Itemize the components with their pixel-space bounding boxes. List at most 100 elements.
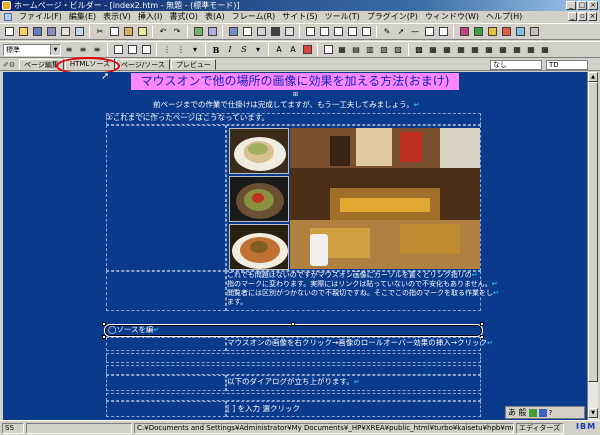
- cell-props-icon[interactable]: ▨: [392, 44, 404, 56]
- edit-mode-icon[interactable]: ✐⚙: [3, 60, 19, 70]
- layout-frame4-icon[interactable]: [346, 26, 358, 38]
- insert-column-icon[interactable]: ▤: [350, 44, 362, 56]
- list-style-icon[interactable]: ▾: [189, 44, 201, 56]
- document-icon[interactable]: [4, 13, 12, 21]
- cursor-icon[interactable]: ➚: [395, 26, 407, 38]
- list-icon[interactable]: [140, 44, 152, 56]
- strike-button[interactable]: S: [238, 44, 250, 56]
- insert-button-icon[interactable]: [283, 26, 295, 38]
- ime-tool-icon[interactable]: [538, 408, 547, 417]
- align-center-icon[interactable]: ≡: [77, 44, 89, 56]
- table-style9-icon[interactable]: ▦: [525, 44, 537, 56]
- table-style-icon[interactable]: ▩: [413, 44, 425, 56]
- align-left-icon[interactable]: ≡: [63, 44, 75, 56]
- font-larger-icon[interactable]: A: [273, 44, 285, 56]
- outdent-icon[interactable]: [126, 44, 138, 56]
- menu-site[interactable]: サイト(S): [282, 11, 317, 23]
- merge-cells-icon[interactable]: ▥: [364, 44, 376, 56]
- ime-dictionary-icon[interactable]: [528, 408, 537, 417]
- save-icon[interactable]: [31, 26, 43, 38]
- tab-preview[interactable]: プレビュー: [170, 59, 216, 70]
- insert-table-icon[interactable]: [241, 26, 253, 38]
- ftp-icon[interactable]: [528, 26, 540, 38]
- restaurant-main-image[interactable]: [290, 128, 480, 269]
- table-icon[interactable]: [322, 44, 334, 56]
- table-style5-icon[interactable]: ▦: [469, 44, 481, 56]
- italic-button[interactable]: I: [224, 44, 236, 56]
- menu-help[interactable]: ヘルプ(H): [486, 11, 522, 23]
- resize-handle-tl[interactable]: [102, 322, 106, 326]
- preview-icon[interactable]: [73, 26, 85, 38]
- redo-icon[interactable]: ↷: [171, 26, 183, 38]
- font-color-icon[interactable]: [301, 44, 313, 56]
- doc-close-button[interactable]: ×: [588, 12, 597, 21]
- doc-minimize-button[interactable]: _: [568, 12, 577, 21]
- doc-restore-button[interactable]: ▫: [578, 12, 587, 21]
- bullet-list-icon[interactable]: ⋮: [161, 44, 173, 56]
- layout-frame5-icon[interactable]: [360, 26, 372, 38]
- insert-row-icon[interactable]: ▦: [336, 44, 348, 56]
- save-all-icon[interactable]: [45, 26, 57, 38]
- menu-window[interactable]: ウィンドウ(W): [425, 11, 479, 23]
- element-select[interactable]: TD: [546, 60, 588, 70]
- menu-table[interactable]: 表(A): [205, 11, 225, 23]
- horizontal-rule-icon[interactable]: —: [409, 26, 421, 38]
- menu-file[interactable]: ファイル(F): [19, 11, 62, 23]
- maximize-button[interactable]: □: [577, 1, 587, 10]
- site-view-icon[interactable]: [514, 26, 526, 38]
- insert-media-icon[interactable]: [269, 26, 281, 38]
- paste-special-icon[interactable]: [136, 26, 148, 38]
- anchor-icon[interactable]: [206, 26, 218, 38]
- bold-button[interactable]: B: [210, 44, 222, 56]
- undo-icon[interactable]: ↶: [157, 26, 169, 38]
- table-style3-icon[interactable]: ▦: [441, 44, 453, 56]
- menu-format[interactable]: 書式(O): [169, 11, 198, 23]
- layout-frame-icon[interactable]: [304, 26, 316, 38]
- split-cells-icon[interactable]: ▧: [378, 44, 390, 56]
- paragraph-style-select[interactable]: 標準: [3, 43, 61, 56]
- indent-icon[interactable]: [112, 44, 124, 56]
- open-folder-icon[interactable]: [17, 26, 29, 38]
- insert-image-icon[interactable]: [227, 26, 239, 38]
- pencil-icon[interactable]: ✎: [381, 26, 393, 38]
- table-style6-icon[interactable]: ▦: [483, 44, 495, 56]
- vertical-scrollbar[interactable]: ▲ ▼: [587, 72, 598, 420]
- insert-form-icon[interactable]: [255, 26, 267, 38]
- editor-canvas[interactable]: マウスオンで他の場所の画像に効果を加える方法(おまけ) ⊞ 前ページまでの作業で…: [3, 72, 587, 420]
- resize-handle-tm[interactable]: [291, 322, 295, 326]
- new-file-icon[interactable]: [3, 26, 15, 38]
- text-box-icon[interactable]: [437, 26, 449, 38]
- link-icon[interactable]: [192, 26, 204, 38]
- publish-icon[interactable]: [500, 26, 512, 38]
- resize-handle-tr[interactable]: [480, 322, 484, 326]
- ime-mode[interactable]: あ 般: [508, 407, 527, 418]
- menu-edit[interactable]: 編集(E): [69, 11, 96, 23]
- food-thumbnail-3[interactable]: [229, 224, 289, 270]
- underline-icon[interactable]: ▾: [252, 44, 264, 56]
- layout-frame2-icon[interactable]: [318, 26, 330, 38]
- table-style4-icon[interactable]: ▦: [455, 44, 467, 56]
- print-icon[interactable]: [59, 26, 71, 38]
- scroll-thumb[interactable]: [588, 82, 598, 382]
- ime-toolbar[interactable]: あ 般 ?: [505, 406, 585, 419]
- table-grid-icon[interactable]: [423, 26, 435, 38]
- cut-icon[interactable]: ✂: [94, 26, 106, 38]
- menu-view[interactable]: 表示(V): [103, 11, 131, 23]
- scroll-up-icon[interactable]: ▲: [588, 72, 598, 82]
- table-style7-icon[interactable]: ▦: [497, 44, 509, 56]
- paste-icon[interactable]: [122, 26, 134, 38]
- food-thumbnail-1[interactable]: [229, 128, 289, 174]
- table-style10-icon[interactable]: ▦: [539, 44, 551, 56]
- tab-page-source[interactable]: ページ/ソース: [116, 59, 170, 70]
- ime-help-icon[interactable]: ?: [549, 409, 553, 417]
- font-smaller-icon[interactable]: A: [287, 44, 299, 56]
- menu-insert[interactable]: 挿入(I): [138, 11, 163, 23]
- web-art-icon[interactable]: [472, 26, 484, 38]
- minimize-button[interactable]: _: [566, 1, 576, 10]
- table-style8-icon[interactable]: ▦: [511, 44, 523, 56]
- copy-icon[interactable]: [108, 26, 120, 38]
- table-style2-icon[interactable]: ▦: [427, 44, 439, 56]
- layout-frame3-icon[interactable]: [332, 26, 344, 38]
- menu-plugin[interactable]: プラグイン(P): [367, 11, 418, 23]
- animation-icon[interactable]: [486, 26, 498, 38]
